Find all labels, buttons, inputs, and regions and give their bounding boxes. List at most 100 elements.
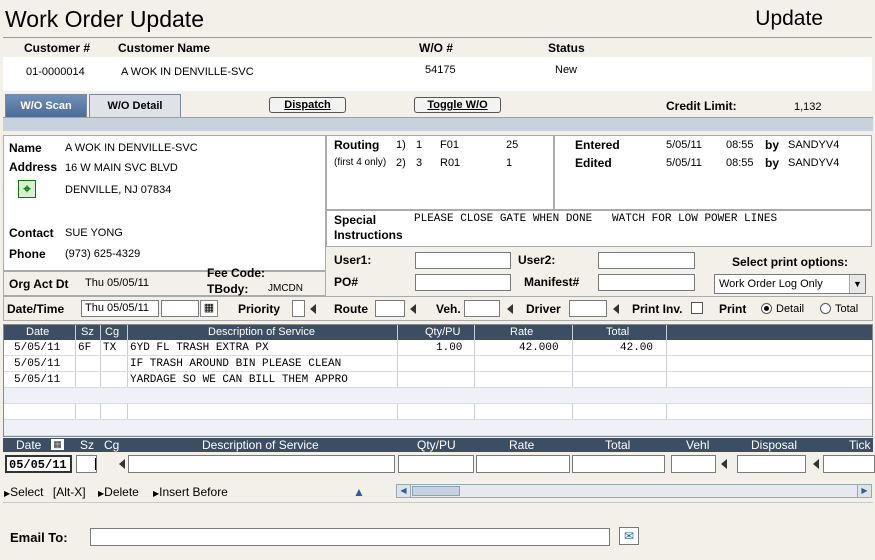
entry-cg-lookup-icon[interactable] xyxy=(119,459,125,469)
fee-code-label: Fee Code: xyxy=(207,266,266,280)
horizontal-scrollbar[interactable]: ◀ ▶ xyxy=(396,484,872,498)
entry-col-tick: Tick xyxy=(849,438,871,452)
veh-input[interactable] xyxy=(464,300,500,317)
route-input[interactable] xyxy=(375,300,405,317)
by-label: by xyxy=(765,138,780,152)
table-row[interactable] xyxy=(4,388,872,404)
toggle-wo-button[interactable]: Toggle W/O xyxy=(414,97,501,113)
entry-col-desc: Description of Service xyxy=(202,438,319,452)
veh-lookup-icon[interactable] xyxy=(507,304,513,314)
dispatch-button[interactable]: Dispatch xyxy=(269,97,346,113)
entry-disposal-input[interactable] xyxy=(737,455,806,473)
entry-total-input[interactable] xyxy=(572,455,665,473)
instructions-label: Instructions xyxy=(334,228,403,242)
detail-radio[interactable] xyxy=(761,303,772,314)
grid-col-rate: Rate xyxy=(510,326,534,338)
scroll-left-icon[interactable]: ◀ xyxy=(397,485,411,497)
edited-time: 08:55 xyxy=(726,157,754,169)
po-input[interactable] xyxy=(415,274,511,291)
tab-wo-detail[interactable]: W/O Detail xyxy=(89,94,181,117)
total-radio[interactable] xyxy=(820,303,831,314)
select-shortcut: [Alt-X] xyxy=(52,485,86,499)
entry-col-rate: Rate xyxy=(509,438,535,452)
cell-date: 5/05/11 xyxy=(14,374,61,386)
email-input[interactable] xyxy=(90,528,610,546)
entry-tick-input[interactable] xyxy=(823,455,875,473)
tab-wo-scan[interactable]: W/O Scan xyxy=(5,94,87,117)
priority-label: Priority xyxy=(238,302,281,316)
user2-label: User2: xyxy=(518,253,556,267)
customer-name: A WOK IN DENVILLE-SVC xyxy=(121,66,254,78)
scroll-up-icon[interactable]: ▲ xyxy=(353,485,365,499)
manifest-input[interactable] xyxy=(598,274,695,291)
entry-date-input[interactable]: 05/05/11 xyxy=(5,455,72,473)
wo-number: 54175 xyxy=(425,64,456,76)
driver-lookup-icon[interactable] xyxy=(613,304,619,314)
routing-label: Routing xyxy=(334,138,380,152)
route-seq: 1 xyxy=(416,139,423,151)
edited-by: SANDYV4 xyxy=(788,157,840,169)
entry-qty-input[interactable] xyxy=(398,455,474,473)
veh-label: Veh. xyxy=(436,302,461,316)
cell-desc: YARDAGE SO WE CAN BILL THEM APPRO xyxy=(130,374,348,386)
entry-vehl-input[interactable] xyxy=(671,455,716,473)
insert-label: Insert Before xyxy=(159,485,228,499)
user2-input[interactable] xyxy=(598,252,695,269)
entry-col-cg: Cg xyxy=(104,438,120,452)
scroll-thumb[interactable] xyxy=(412,486,460,496)
phone-label: Phone xyxy=(9,247,46,261)
entry-col-disposal: Disposal xyxy=(751,438,798,452)
entry-disposal-lookup-icon[interactable] xyxy=(813,459,819,469)
entry-col-vehl: Vehl xyxy=(686,438,710,452)
route-lookup-icon[interactable] xyxy=(410,304,416,314)
calendar-icon[interactable]: ▦ xyxy=(51,439,64,450)
print-options-select[interactable]: Work Order Log Only ▼ xyxy=(714,274,866,294)
grid-col-sz: Sz xyxy=(81,326,94,338)
entry-rate-input[interactable] xyxy=(476,455,570,473)
print-inv-checkbox[interactable] xyxy=(691,302,703,314)
detail-label: Detail xyxy=(776,303,805,315)
time-input[interactable] xyxy=(161,300,199,317)
entry-sz-input[interactable] xyxy=(76,455,97,473)
select-action[interactable]: ▶Select [Alt-X] xyxy=(4,485,86,499)
user1-input[interactable] xyxy=(415,252,511,269)
tab-strip-bar xyxy=(3,117,873,131)
manifest-label: Manifest# xyxy=(524,275,580,289)
col-wo: W/O # xyxy=(419,41,454,55)
grid-col-qty: Qty/PU xyxy=(425,326,461,338)
entry-desc-input[interactable] xyxy=(128,455,395,473)
delete-action[interactable]: ▶Delete xyxy=(98,485,139,499)
po-label: PO# xyxy=(334,275,359,289)
org-act-value: Thu 05/05/11 xyxy=(85,277,150,289)
grid-col-desc: Description of Service xyxy=(208,326,315,338)
date-input-value: Thu 05/05/11 xyxy=(85,302,150,314)
table-row[interactable] xyxy=(4,420,872,436)
priority-input[interactable] xyxy=(292,300,305,317)
entry-col-qty: Qty/PU xyxy=(417,438,456,452)
route-stop: 1 xyxy=(506,157,513,169)
scroll-right-icon[interactable]: ▶ xyxy=(857,485,871,497)
driver-input[interactable] xyxy=(569,300,607,317)
cell-desc: 6YD FL TRASH EXTRA PX xyxy=(130,342,269,354)
entry-col-date: Date xyxy=(16,438,42,452)
entry-col-sz: Sz xyxy=(80,438,95,452)
send-email-icon[interactable]: ✉ xyxy=(619,527,639,545)
cell-date: 5/05/11 xyxy=(14,342,61,354)
map-icon[interactable]: ⌖ xyxy=(18,180,36,198)
contact-label: Contact xyxy=(9,226,54,240)
entry-vehl-lookup-icon[interactable] xyxy=(721,459,727,469)
email-label: Email To: xyxy=(10,530,68,545)
route-label: Route xyxy=(334,302,368,316)
calendar-icon[interactable]: ▦ xyxy=(200,300,218,317)
table-row[interactable]: 5/05/11 6F TX 6YD FL TRASH EXTRA PX 1.00… xyxy=(4,340,872,356)
table-row[interactable]: 5/05/11 IF TRASH AROUND BIN PLEASE CLEAN xyxy=(4,356,872,372)
insert-before-action[interactable]: ▶Insert Before xyxy=(153,485,228,499)
date-input[interactable]: Thu 05/05/11 xyxy=(81,300,159,317)
contact-value: SUE YONG xyxy=(65,227,123,239)
grid-header: Date Sz Cg Description of Service Qty/PU… xyxy=(4,325,872,340)
table-row[interactable] xyxy=(4,404,872,420)
chevron-down-icon[interactable]: ▼ xyxy=(849,275,865,293)
priority-lookup-icon[interactable] xyxy=(310,304,316,314)
entered-date: 5/05/11 xyxy=(666,139,702,151)
table-row[interactable]: 5/05/11 YARDAGE SO WE CAN BILL THEM APPR… xyxy=(4,372,872,388)
